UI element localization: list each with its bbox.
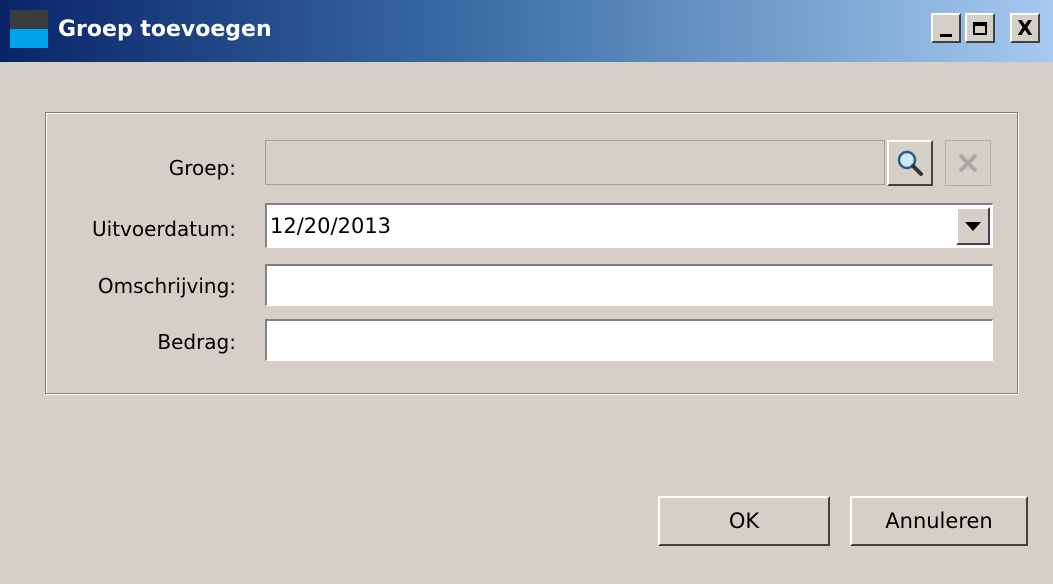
maximize-icon xyxy=(973,21,987,35)
bedrag-label: Bedrag: xyxy=(157,330,236,354)
minimize-button[interactable] xyxy=(931,13,961,43)
clear-button[interactable] xyxy=(945,140,991,186)
window-title: Groep toevoegen xyxy=(58,17,272,42)
omschrijving-input[interactable] xyxy=(265,264,993,306)
groep-field xyxy=(265,140,885,185)
title-bar[interactable]: Groep toevoegen X xyxy=(0,0,1053,62)
minimize-icon xyxy=(940,33,952,37)
search-icon xyxy=(897,150,923,176)
date-dropdown-button[interactable] xyxy=(956,207,990,245)
cancel-button[interactable]: Annuleren xyxy=(850,496,1028,546)
app-icon xyxy=(10,10,48,48)
bedrag-input[interactable] xyxy=(265,319,993,361)
lookup-button[interactable] xyxy=(887,140,933,186)
chevron-down-icon xyxy=(965,221,981,231)
uitvoerdatum-label: Uitvoerdatum: xyxy=(92,217,236,241)
omschrijving-label: Omschrijving: xyxy=(97,274,236,298)
uitvoerdatum-field[interactable]: 12/20/2013 xyxy=(265,203,993,248)
close-button[interactable]: X xyxy=(1010,13,1040,43)
ok-button[interactable]: OK xyxy=(658,496,830,546)
groep-label: Groep: xyxy=(168,156,236,180)
maximize-button[interactable] xyxy=(965,13,995,43)
clear-icon xyxy=(958,153,978,173)
close-icon: X xyxy=(1017,16,1033,40)
